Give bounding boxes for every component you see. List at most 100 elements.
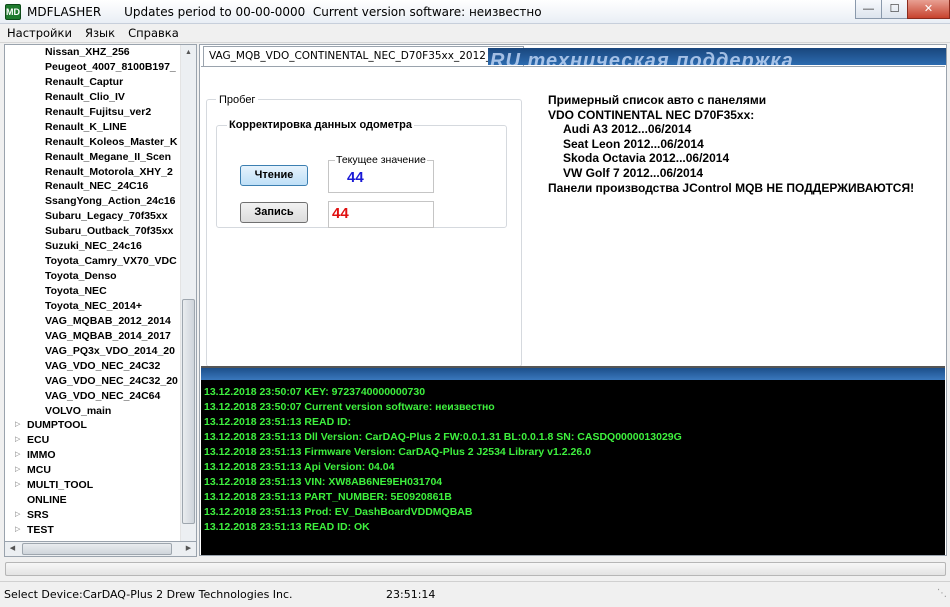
tree-vertical-scrollbar[interactable]: ▲ ▼ (180, 45, 196, 555)
tab-strip: VAG_MQB_VDO_CONTINENTAL_NEC_D70F35xx_201… (200, 45, 946, 67)
tree-horizontal-scrollbar[interactable]: ◀ ▶ (4, 541, 197, 557)
device-tree[interactable]: Nissan_XHZ_256 Peugeot_4007_8100B197_ Rena… (4, 44, 197, 556)
tree-root-label: TEST (27, 524, 54, 536)
tree-item[interactable]: VAG_VDO_NEC_24C32 (5, 359, 182, 374)
tree-item[interactable]: VAG_MQBAB_2014_2017 (5, 329, 182, 344)
tree-root-item[interactable]: ONLINE (5, 493, 182, 508)
log-lines: 13.12.2018 23:50:07 KEY: 972374000000073… (204, 385, 682, 535)
title-bar: MD MDFLASHER Updates period to 00-00-000… (0, 0, 950, 24)
tab-page: Пробег Корректировка данных одометра Чте… (201, 66, 945, 367)
scroll-left-icon[interactable]: ◀ (5, 541, 20, 557)
log-line: 13.12.2018 23:51:13 Api Version: 04.04 (204, 460, 395, 473)
write-button[interactable]: Запись (240, 202, 308, 223)
tree-item[interactable]: VAG_VDO_NEC_24C32_20 (5, 374, 182, 389)
expand-arrow-icon[interactable]: ▷ (15, 433, 20, 448)
tree-item[interactable]: Renault_Motorola_XHY_2 (5, 165, 182, 180)
maximize-icon: ☐ (889, 3, 900, 15)
expand-arrow-icon[interactable]: ▷ (15, 523, 20, 538)
tree-item[interactable]: VAG_MQBAB_2012_2014 (5, 314, 182, 329)
log-header-strip (201, 368, 945, 380)
tree-item[interactable]: Toyota_Camry_VX70_VDC (5, 254, 182, 269)
log-panel: 13.12.2018 23:50:07 KEY: 972374000000073… (201, 366, 945, 555)
info-warning: Панели производства JControl MQB НЕ ПОДД… (548, 180, 915, 195)
tree-root-label: ONLINE (27, 494, 67, 507)
minimize-button[interactable]: — (855, 0, 882, 19)
window-title: MDFLASHER Updates period to 00-00-0000 C… (27, 5, 542, 19)
tree-item[interactable]: Renault_K_LINE (5, 120, 182, 135)
support-banner: RU техническая поддержка (488, 48, 946, 65)
menu-help[interactable]: Справка (121, 24, 185, 42)
expand-arrow-icon[interactable]: ▷ (15, 448, 20, 463)
scroll-thumb[interactable] (182, 299, 195, 524)
tree-item[interactable]: Toyota_Denso (5, 269, 182, 284)
tree-item[interactable]: Suzuki_NEC_24c16 (5, 239, 182, 254)
tree-item[interactable]: Renault_Fujitsu_ver2 (5, 105, 182, 120)
tree-item[interactable]: Subaru_Legacy_70f35xx (5, 209, 182, 224)
tree-list: Nissan_XHZ_256 Peugeot_4007_8100B197_ Rena… (5, 45, 182, 538)
tree-item[interactable]: Subaru_Outback_70f35xx (5, 224, 182, 239)
log-line: 13.12.2018 23:51:13 VIN: XW8AB6NE9EH0317… (204, 475, 443, 488)
expand-arrow-icon[interactable]: ▷ (15, 478, 20, 493)
progress-bar (5, 562, 946, 576)
scroll-up-icon[interactable]: ▲ (181, 45, 196, 61)
expand-arrow-icon[interactable]: ▷ (15, 508, 20, 523)
tree-item[interactable]: Nissan_XHZ_256 (5, 45, 182, 60)
car-item: Skoda Octavia 2012...06/2014 (563, 151, 730, 166)
write-value-field[interactable]: 44 (328, 201, 434, 228)
tree-item[interactable]: VOLVO_main (5, 404, 182, 419)
log-line: 13.12.2018 23:50:07 Current version soft… (204, 400, 495, 413)
tree-item[interactable]: Renault_Megane_II_Scen (5, 150, 182, 165)
tree-root-item[interactable]: ▷ DUMPTOOL (5, 418, 182, 433)
tree-item[interactable]: Toyota_NEC_2014+ (5, 299, 182, 314)
expand-arrow-icon[interactable]: ▷ (15, 463, 20, 478)
tree-root-label: DUMPTOOL (27, 419, 87, 432)
maximize-button[interactable]: ☐ (881, 0, 908, 19)
tree-root-item[interactable]: ▷ ECU (5, 433, 182, 448)
menu-settings[interactable]: Настройки (0, 24, 78, 42)
tree-item[interactable]: VAG_VDO_NEC_24C64 (5, 389, 182, 404)
current-value-box: Текущее значение 44 (328, 154, 434, 193)
write-value: 44 (332, 205, 349, 222)
info-line-1: Примерный список авто с панелями (548, 93, 767, 107)
odometer-group-label: Корректировка данных одометра (227, 119, 414, 131)
tab-vag-mqb-vdo[interactable]: VAG_MQB_VDO_CONTINENTAL_NEC_D70F35xx_201… (203, 46, 524, 66)
tree-item[interactable]: Renault_Koleos_Master_K (5, 135, 182, 150)
tree-item[interactable]: Toyota_NEC (5, 284, 182, 299)
log-line: 13.12.2018 23:51:13 Dll Version: CarDAQ-… (204, 430, 682, 443)
close-button[interactable]: ✕ (907, 0, 950, 19)
mileage-group-label: Пробег (216, 94, 259, 106)
tree-item[interactable]: Renault_Clio_IV (5, 90, 182, 105)
log-line: 13.12.2018 23:51:13 Firmware Version: Ca… (204, 445, 591, 458)
current-value-caption: Текущее значение (335, 154, 427, 166)
read-button[interactable]: Чтение (240, 165, 308, 186)
menu-language[interactable]: Язык (78, 24, 121, 42)
car-item: Audi A3 2012...06/2014 (563, 122, 692, 137)
tree-root-item[interactable]: ▷ TEST (5, 523, 182, 538)
tree-item[interactable]: SsangYong_Action_24c16 (5, 194, 182, 209)
status-bar: Select Device:CarDAQ-Plus 2 Drew Technol… (0, 581, 950, 607)
expand-arrow-icon[interactable]: ▷ (15, 418, 20, 433)
car-item: VW Golf 7 2012...06/2014 (563, 165, 704, 180)
log-line: 13.12.2018 23:51:13 READ ID: OK (204, 520, 370, 533)
tree-item[interactable]: Renault_NEC_24C16 (5, 179, 182, 194)
scroll-right-icon[interactable]: ▶ (181, 541, 196, 557)
current-value: 44 (347, 169, 364, 186)
horizontal-scroll-thumb[interactable] (22, 543, 172, 555)
close-icon: ✕ (923, 3, 934, 15)
car-item: Seat Leon 2012...06/2014 (563, 136, 704, 151)
tree-root-label: ECU (27, 434, 50, 447)
tree-item[interactable]: Peugeot_4007_8100B197_ (5, 60, 182, 75)
tree-root-item[interactable]: ▷ MCU (5, 463, 182, 478)
window-controls: — ☐ ✕ (855, 0, 950, 20)
tree-item[interactable]: VAG_PQ3x_VDO_2014_20 (5, 344, 182, 359)
status-time: 23:51:14 (386, 588, 436, 601)
tree-root-item[interactable]: ▷ IMMO (5, 448, 182, 463)
log-line: 13.12.2018 23:51:13 READ ID: (204, 415, 352, 428)
log-line: 13.12.2018 23:51:13 PART_NUMBER: 5E09208… (204, 490, 452, 503)
menu-bar: Настройки Язык Справка (0, 24, 950, 43)
tree-item[interactable]: Renault_Captur (5, 75, 182, 90)
tree-root-item[interactable]: ▷ MULTI_TOOL (5, 478, 182, 493)
resize-grip-icon[interactable]: ⋱ (937, 588, 947, 604)
supported-cars-info: Примерный список авто с панелями VDO CON… (548, 93, 914, 195)
tree-root-item[interactable]: ▷ SRS (5, 508, 182, 523)
